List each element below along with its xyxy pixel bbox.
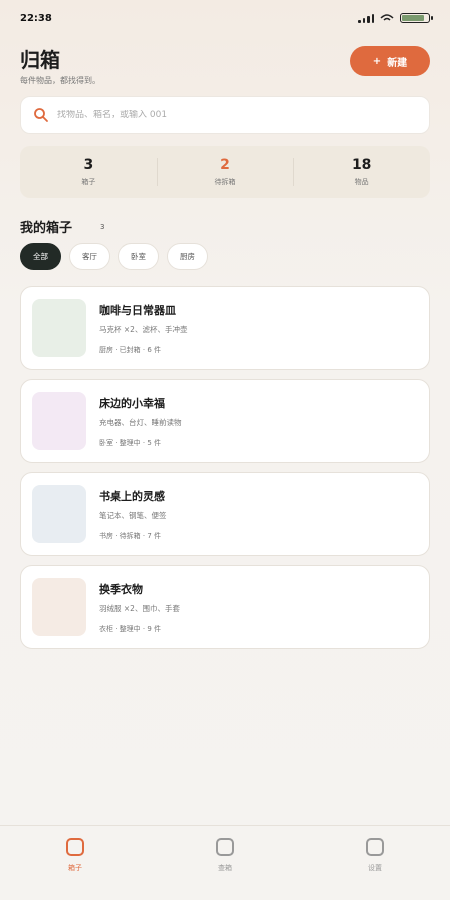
signal-icon bbox=[358, 13, 374, 23]
filter-bedroom[interactable]: 卧室 bbox=[118, 243, 159, 270]
wifi-icon bbox=[380, 14, 394, 21]
box-card-body: 咖啡与日常器皿 马克杯 ×2、滤杯、手冲壶 厨房 · 已封箱 · 6 件 bbox=[99, 302, 187, 355]
box-items: 充电器、台灯、睡前读物 bbox=[99, 417, 182, 427]
box-meta: 书房 · 待拆箱 · 7 件 bbox=[99, 531, 162, 540]
section-count: 3 bbox=[100, 222, 105, 231]
status-bar: 22:38 bbox=[0, 0, 450, 36]
box-thumbnail bbox=[32, 392, 86, 450]
box-title: 咖啡与日常器皿 bbox=[99, 303, 176, 317]
tab-settings[interactable]: 设置 bbox=[300, 826, 450, 900]
stat-value: 2 bbox=[220, 157, 230, 173]
new-box-button-label: 新建 bbox=[387, 57, 408, 69]
filter-kitchen[interactable]: 厨房 bbox=[167, 243, 208, 270]
box-title: 床边的小幸福 bbox=[99, 396, 165, 410]
box-card[interactable]: 书桌上的灵感 笔记本、钢笔、便签 书房 · 待拆箱 · 7 件 bbox=[20, 472, 430, 556]
page-subtitle: 每件物品，都找得到。 bbox=[20, 76, 100, 85]
filter-living-room[interactable]: 客厅 bbox=[69, 243, 110, 270]
battery-fill bbox=[402, 15, 425, 21]
tab-label: 设置 bbox=[368, 864, 382, 872]
box-card[interactable]: 咖啡与日常器皿 马克杯 ×2、滤杯、手冲壶 厨房 · 已封箱 · 6 件 bbox=[20, 286, 430, 370]
stat-label: 箱子 bbox=[81, 178, 96, 186]
box-thumbnail bbox=[32, 485, 86, 543]
section-header: 我的箱子 3 bbox=[20, 217, 104, 236]
filter-all[interactable]: 全部 bbox=[20, 243, 61, 270]
box-card-body: 床边的小幸福 充电器、台灯、睡前读物 卧室 · 整理中 · 5 件 bbox=[99, 395, 182, 448]
search-icon bbox=[34, 108, 48, 122]
stat-items: 18 物品 bbox=[293, 146, 430, 198]
header: 归箱 每件物品，都找得到。 + 新建 bbox=[20, 44, 430, 85]
plus-icon: + bbox=[372, 55, 382, 67]
box-meta: 厨房 · 已封箱 · 6 件 bbox=[99, 345, 162, 354]
box-list: 咖啡与日常器皿 马克杯 ×2、滤杯、手冲壶 厨房 · 已封箱 · 6 件 床边的… bbox=[20, 286, 430, 658]
box-items: 羽绒服 ×2、围巾、手套 bbox=[99, 603, 180, 613]
box-title: 书桌上的灵感 bbox=[99, 489, 165, 503]
new-box-button[interactable]: + 新建 bbox=[350, 46, 430, 76]
tab-find-box[interactable]: 查箱 bbox=[150, 826, 300, 900]
settings-icon bbox=[366, 838, 384, 856]
stat-boxes: 3 箱子 bbox=[20, 146, 157, 198]
box-items: 笔记本、钢笔、便签 bbox=[99, 510, 167, 520]
stats-panel: 3 箱子 2 待拆箱 18 物品 bbox=[20, 146, 430, 198]
search-box-icon bbox=[216, 838, 234, 856]
tab-bar: 箱子 查箱 设置 bbox=[0, 825, 450, 900]
stat-pending: 2 待拆箱 bbox=[156, 146, 294, 198]
search-input[interactable] bbox=[57, 110, 397, 120]
box-title: 换季衣物 bbox=[99, 582, 143, 596]
box-items: 马克杯 ×2、滤杯、手冲壶 bbox=[99, 324, 188, 334]
stat-label: 物品 bbox=[354, 178, 369, 186]
box-card[interactable]: 换季衣物 羽绒服 ×2、围巾、手套 衣柜 · 整理中 · 9 件 bbox=[20, 565, 430, 649]
stat-value: 3 bbox=[83, 157, 94, 173]
box-meta: 衣柜 · 整理中 · 9 件 bbox=[99, 624, 162, 633]
box-card-body: 换季衣物 羽绒服 ×2、围巾、手套 衣柜 · 整理中 · 9 件 bbox=[99, 581, 180, 634]
box-thumbnail bbox=[32, 299, 86, 357]
stat-value: 18 bbox=[351, 157, 372, 173]
tab-label: 箱子 bbox=[68, 864, 82, 872]
tab-boxes[interactable]: 箱子 bbox=[0, 826, 150, 900]
section-title: 我的箱子 bbox=[20, 221, 73, 236]
filter-chips: 全部 客厅 卧室 厨房 bbox=[20, 243, 208, 270]
status-time: 22:38 bbox=[20, 12, 52, 24]
stat-label: 待拆箱 bbox=[214, 178, 236, 186]
box-card[interactable]: 床边的小幸福 充电器、台灯、睡前读物 卧室 · 整理中 · 5 件 bbox=[20, 379, 430, 463]
status-icons bbox=[358, 13, 433, 23]
tab-label: 查箱 bbox=[218, 864, 232, 872]
box-card-body: 书桌上的灵感 笔记本、钢笔、便签 书房 · 待拆箱 · 7 件 bbox=[99, 488, 167, 541]
search-bar[interactable] bbox=[20, 96, 430, 134]
box-thumbnail bbox=[32, 578, 86, 636]
box-icon bbox=[66, 838, 84, 856]
box-meta: 卧室 · 整理中 · 5 件 bbox=[99, 438, 162, 447]
battery-icon bbox=[400, 13, 433, 23]
